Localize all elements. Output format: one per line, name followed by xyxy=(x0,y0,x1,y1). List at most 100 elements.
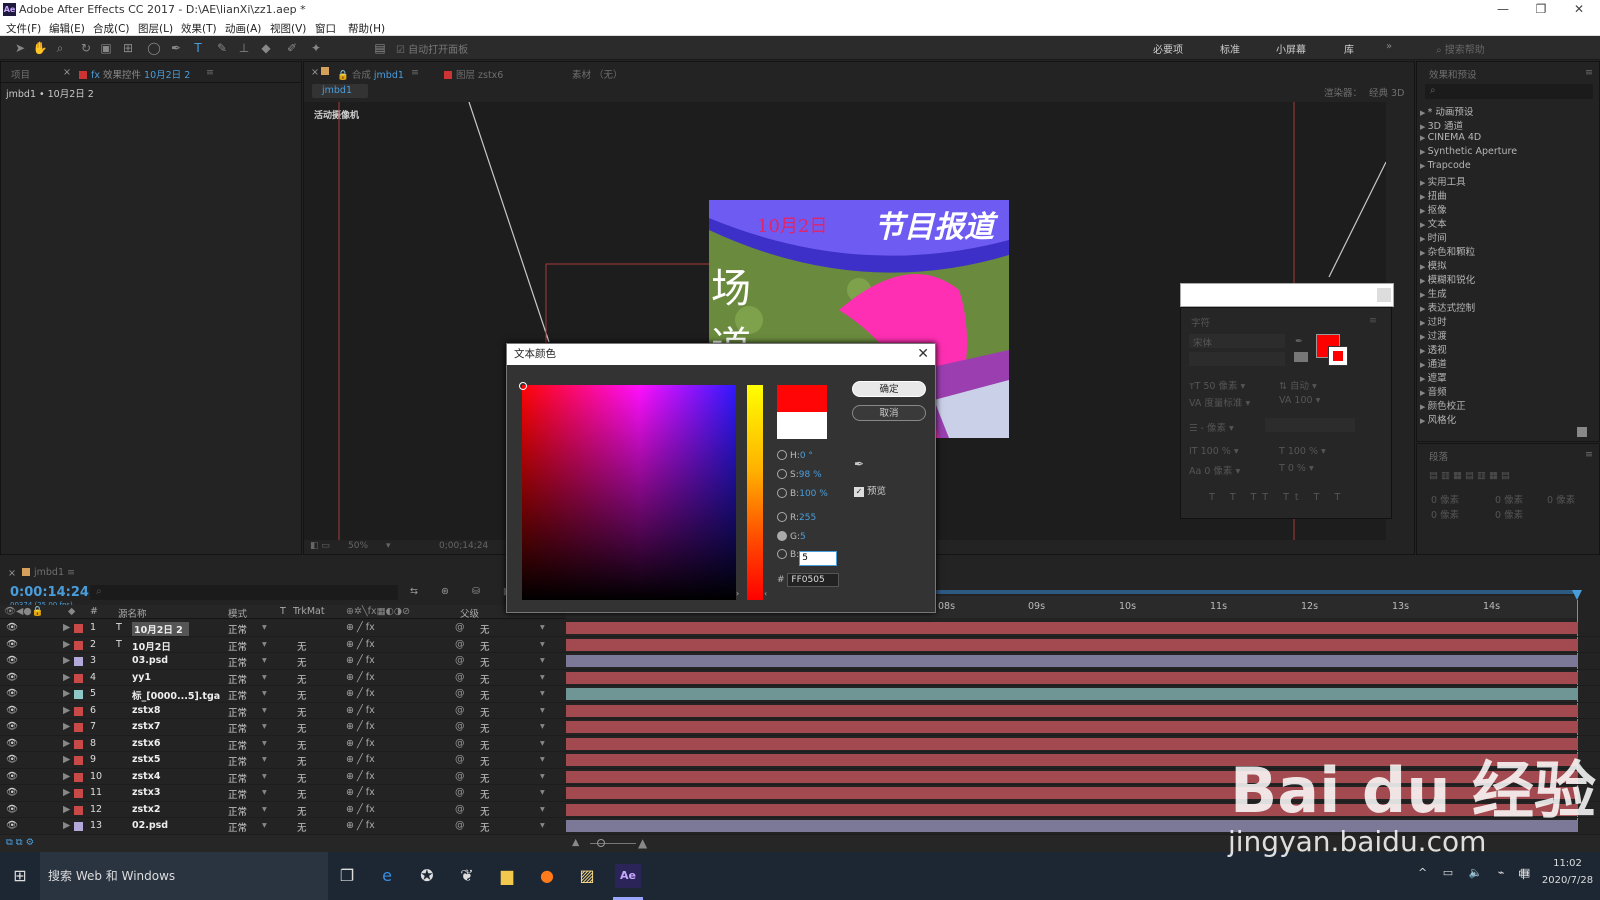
workspace-essentials[interactable]: 必要项 xyxy=(1153,41,1183,56)
visibility-eye-icon[interactable]: 👁 xyxy=(6,738,18,749)
expand-arrow-icon[interactable]: ▶ xyxy=(63,820,70,831)
stroke-style-select[interactable] xyxy=(1265,418,1355,432)
layer-switches[interactable]: ⊕ ╱ fx xyxy=(346,771,375,782)
layer-label-color[interactable] xyxy=(74,640,83,650)
layer-name[interactable]: zstx5 xyxy=(132,754,160,765)
visibility-eye-icon[interactable]: 👁 xyxy=(6,705,18,716)
snapshot-icon[interactable]: ◧ ▭ xyxy=(310,541,330,551)
parent-dropdown-icon[interactable]: ▾ xyxy=(540,655,545,666)
effects-item[interactable]: 遮罩 xyxy=(1420,370,1447,384)
mode-dropdown-icon[interactable]: ▾ xyxy=(262,738,267,749)
close-timeline-tab-icon[interactable]: × xyxy=(8,568,16,579)
layer-row[interactable]: 👁 ▶ 7 zstx7 正常 ▾ 无 ⊕ ╱ fx @ 无 ▾ xyxy=(0,719,1600,736)
layer-mode-select[interactable]: 正常 xyxy=(228,804,247,818)
mode-dropdown-icon[interactable]: ▾ xyxy=(262,639,267,650)
workspace-libraries[interactable]: 库 xyxy=(1344,41,1354,56)
clock-date[interactable]: 2020/7/28 xyxy=(1535,875,1600,886)
timeline-search-input[interactable]: ⌕ xyxy=(90,585,398,600)
eyedropper-icon[interactable]: ✒ xyxy=(854,457,864,471)
layer-row[interactable]: 👁 ▶ 3 03.psd 正常 ▾ 无 ⊕ ╱ fx @ 无 ▾ xyxy=(0,653,1600,670)
hue-slider-left-arrow[interactable]: › xyxy=(736,589,739,598)
effects-item[interactable]: 文本 xyxy=(1420,216,1447,230)
layer-mode-select[interactable]: 正常 xyxy=(228,721,247,735)
blue-field[interactable]: B: 5 xyxy=(777,549,838,566)
layer-label-color[interactable] xyxy=(74,690,83,699)
stroke-width-field[interactable]: ☰ - 像素 ▾ xyxy=(1189,420,1234,434)
effects-item[interactable]: * 动画预设 xyxy=(1420,104,1474,118)
parent-pickwhip-icon[interactable]: @ xyxy=(455,688,465,699)
panel-menu-icon[interactable]: ≡ xyxy=(206,67,214,78)
visibility-eye-icon[interactable]: 👁 xyxy=(6,771,18,782)
layer-duration-bar[interactable] xyxy=(566,671,1578,684)
color-picker-cursor[interactable] xyxy=(519,382,527,390)
layer-switches[interactable]: ⊕ ╱ fx xyxy=(346,738,375,749)
eyedropper-icon[interactable]: ✒ xyxy=(1295,336,1303,347)
trkmat-select[interactable]: 无 xyxy=(297,672,307,686)
comp-breadcrumb[interactable]: jmbd1 xyxy=(322,85,352,96)
blue-input[interactable]: 5 xyxy=(799,551,838,566)
visibility-eye-icon[interactable]: 👁 xyxy=(6,804,18,815)
layer-name[interactable]: yy1 xyxy=(132,672,151,683)
layer-mode-select[interactable]: 正常 xyxy=(228,672,247,686)
dialog-close-icon[interactable]: ✕ xyxy=(917,344,929,365)
search-help-field[interactable]: ⌕ 搜索帮助 xyxy=(1436,41,1485,56)
parent-dropdown-icon[interactable]: ▾ xyxy=(540,787,545,798)
layer-switches[interactable]: ⊕ ╱ fx xyxy=(346,672,375,683)
layer-label-color[interactable] xyxy=(74,624,83,633)
close-window-button[interactable]: ✕ xyxy=(1560,0,1598,19)
layer-mode-select[interactable]: 正常 xyxy=(228,771,247,785)
taskbar-search-box[interactable]: 搜索 Web 和 Windows xyxy=(40,852,328,900)
effects-item[interactable]: 模糊和锐化 xyxy=(1420,272,1476,286)
restore-button[interactable]: ❐ xyxy=(1522,0,1560,19)
zoom-in-icon[interactable]: ▲ xyxy=(638,836,647,850)
puppet-tool-icon[interactable]: ✦ xyxy=(308,40,324,56)
layer-duration-bar[interactable] xyxy=(566,721,1578,733)
tab-footage[interactable]: 素材 （无） xyxy=(572,67,623,81)
drawing-app-icon[interactable]: ▨ xyxy=(575,864,599,888)
paragraph-panel-menu-icon[interactable]: ≡ xyxy=(1585,449,1593,460)
type-tool-icon[interactable]: T xyxy=(190,40,206,56)
mode-dropdown-icon[interactable]: ▾ xyxy=(262,754,267,765)
menu-window[interactable]: 窗口 xyxy=(315,21,336,36)
layer-mode-select[interactable]: 正常 xyxy=(228,688,247,702)
layer-duration-bar[interactable] xyxy=(566,655,1578,667)
layer-mode-select[interactable]: 正常 xyxy=(228,655,247,669)
layer-label-color[interactable] xyxy=(74,723,83,732)
character-panel-titlebar[interactable] xyxy=(1180,283,1394,307)
zoom-out-icon[interactable]: ▲ xyxy=(572,837,579,848)
layer-switches[interactable]: ⊕ ╱ fx xyxy=(346,705,375,716)
trkmat-select[interactable]: 无 xyxy=(297,688,307,702)
parent-dropdown-icon[interactable]: ▾ xyxy=(540,705,545,716)
parent-dropdown-icon[interactable]: ▾ xyxy=(540,820,545,831)
parent-pickwhip-icon[interactable]: @ xyxy=(455,754,465,765)
parent-dropdown-icon[interactable]: ▾ xyxy=(540,672,545,683)
visibility-eye-icon[interactable]: 👁 xyxy=(6,639,18,650)
effects-item[interactable]: 过渡 xyxy=(1420,328,1447,342)
clone-stamp-tool-icon[interactable]: ⊥ xyxy=(236,40,252,56)
expand-arrow-icon[interactable]: ▶ xyxy=(63,721,70,732)
task-view-icon[interactable]: ❐ xyxy=(335,864,359,888)
parent-select[interactable]: 无 xyxy=(480,622,490,636)
layer-switches[interactable]: ⊕ ╱ fx xyxy=(346,820,375,831)
ok-button[interactable]: 确定 xyxy=(852,381,926,397)
vertical-scale-field[interactable]: IT 100 % ▾ xyxy=(1189,446,1239,457)
saturation-brightness-field[interactable] xyxy=(519,382,736,600)
expand-arrow-icon[interactable]: ▶ xyxy=(63,705,70,716)
mode-dropdown-icon[interactable]: ▾ xyxy=(262,672,267,683)
parent-pickwhip-icon[interactable]: @ xyxy=(455,705,465,716)
parent-select[interactable]: 无 xyxy=(480,787,490,801)
layer-name[interactable]: 03.psd xyxy=(132,655,168,666)
layer-duration-bar[interactable] xyxy=(566,688,1578,700)
zoom-select[interactable]: 50% xyxy=(348,541,368,551)
layer-mode-select[interactable]: 正常 xyxy=(228,639,247,653)
parent-dropdown-icon[interactable]: ▾ xyxy=(540,688,545,699)
parent-select[interactable]: 无 xyxy=(480,688,490,702)
layer-label-color[interactable] xyxy=(74,657,83,666)
parent-pickwhip-icon[interactable]: @ xyxy=(455,655,465,666)
brightness-radio[interactable] xyxy=(777,488,787,498)
layer-mode-select[interactable]: 正常 xyxy=(228,787,247,801)
effects-item[interactable]: 表达式控制 xyxy=(1420,300,1476,314)
dialog-titlebar[interactable]: 文本颜色 ✕ xyxy=(507,344,935,365)
roto-brush-tool-icon[interactable]: ✐ xyxy=(284,40,300,56)
effects-item[interactable]: 生成 xyxy=(1420,286,1447,300)
